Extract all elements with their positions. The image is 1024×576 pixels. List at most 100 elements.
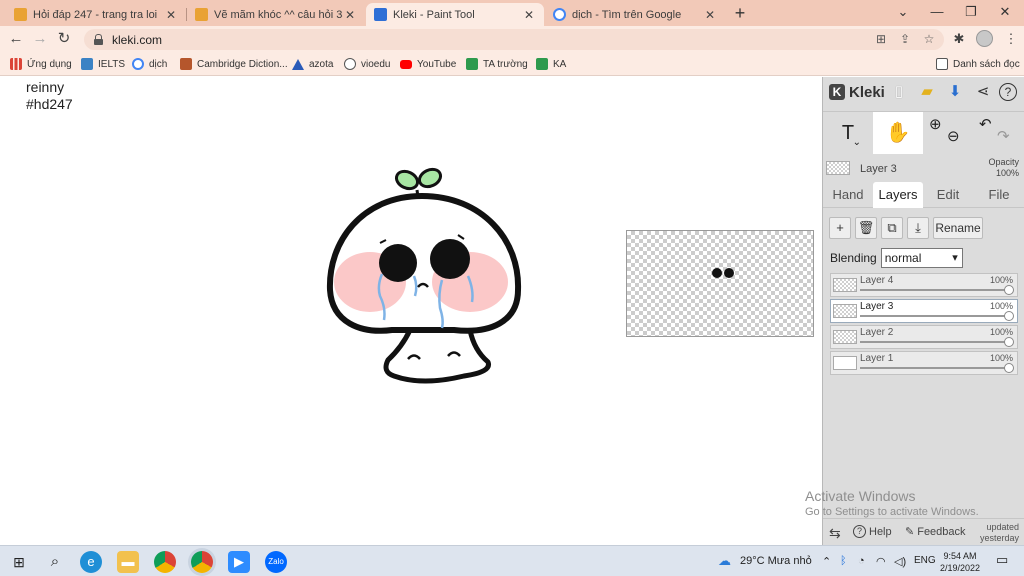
bookmark-azota[interactable]: azota xyxy=(292,57,333,71)
share-icon[interactable]: ⇪ xyxy=(896,30,914,48)
close-tab-icon[interactable]: ✕ xyxy=(164,8,178,22)
layer-item[interactable]: Layer 4 100% xyxy=(830,273,1018,297)
swap-side-icon[interactable]: ⇆ xyxy=(829,525,841,542)
tab-title: dịch - Tìm trên Google xyxy=(572,8,682,21)
layer-item-active[interactable]: Layer 3 100% xyxy=(830,299,1018,323)
bookmark-apps[interactable]: Ứng dụng xyxy=(10,57,72,71)
updated-info[interactable]: updated yesterday xyxy=(980,522,1019,544)
help-link[interactable]: ? Help xyxy=(853,525,892,538)
hoidap-favicon-icon xyxy=(14,8,27,21)
bookmark-youtube[interactable]: YouTube xyxy=(400,57,456,71)
windows-start-icon[interactable]: ⊞ xyxy=(8,551,30,573)
download-icon[interactable]: ⬇ xyxy=(945,82,965,102)
close-tab-icon[interactable]: ✕ xyxy=(343,8,357,22)
tab-search-icon[interactable]: ⌄ xyxy=(888,2,918,22)
bookmark-star-icon[interactable]: ☆ xyxy=(920,30,938,48)
reading-list[interactable]: Danh sách đọc xyxy=(936,57,1020,71)
tab-file[interactable]: File xyxy=(973,182,1024,208)
hand-tool-icon[interactable]: ✋ xyxy=(873,112,923,154)
chrome-icon[interactable] xyxy=(154,551,176,573)
file-explorer-icon[interactable]: ▬ xyxy=(117,551,139,573)
opacity-slider-handle[interactable] xyxy=(1004,363,1014,373)
bookmarks-bar: Ứng dụng IELTS dịch Cambridge Diction...… xyxy=(0,52,1024,76)
bluetooth-icon[interactable]: ᛒ xyxy=(840,555,847,567)
add-layer-button[interactable]: + xyxy=(829,217,851,239)
blending-select[interactable]: normal xyxy=(880,248,963,268)
bookmark-vioedu[interactable]: vioedu xyxy=(344,57,390,71)
delete-layer-button[interactable]: 🗑 xyxy=(855,217,877,239)
layer-item[interactable]: Layer 2 100% xyxy=(830,325,1018,349)
open-folder-icon[interactable]: ▰ xyxy=(917,82,937,102)
close-tab-icon[interactable]: ✕ xyxy=(522,8,536,22)
wifi-icon[interactable]: ◠ xyxy=(876,555,886,568)
browser-tab[interactable]: dịch - Tìm trên Google ✕ xyxy=(545,3,725,26)
share-icon[interactable]: ⋖ xyxy=(973,82,993,102)
browser-tab-active[interactable]: Kleki - Paint Tool ✕ xyxy=(366,3,544,26)
restore-button[interactable]: ❐ xyxy=(956,2,986,22)
profile-avatar[interactable] xyxy=(976,30,993,47)
edge-icon[interactable]: e xyxy=(80,551,102,573)
search-icon[interactable]: ⌕ xyxy=(44,551,66,573)
redo-icon[interactable]: ↷ xyxy=(997,116,1010,158)
security-icon[interactable]: ◔ xyxy=(858,555,865,567)
opacity-slider-track[interactable] xyxy=(860,289,1007,291)
url-text[interactable]: kleki.com xyxy=(112,33,162,47)
browser-tab[interactable]: Vẽ mãm khóc ^^ câu hỏi 339576 ✕ xyxy=(187,3,365,26)
opacity-slider-handle[interactable] xyxy=(1004,311,1014,321)
feedback-link[interactable]: ✎ Feedback xyxy=(905,525,966,539)
tab-hand[interactable]: Hand xyxy=(823,182,873,208)
zoom-app-icon[interactable]: ▶ xyxy=(228,551,250,573)
volume-icon[interactable]: ◁) xyxy=(894,555,906,568)
hoidap-favicon-icon xyxy=(195,8,208,21)
bookmark-ielts[interactable]: IELTS xyxy=(81,57,125,71)
lock-icon[interactable] xyxy=(94,34,103,45)
browser-tab[interactable]: Hỏi đáp 247 - trang tra loi ✕ xyxy=(6,3,186,26)
bookmark-cambridge[interactable]: Cambridge Diction... xyxy=(180,57,288,71)
translate-icon[interactable]: ⊞ xyxy=(872,30,890,48)
tab-layers[interactable]: Layers xyxy=(873,182,923,208)
merge-layer-button[interactable]: ⤓ xyxy=(907,217,929,239)
weather-text[interactable]: 29°C Mưa nhỏ xyxy=(740,555,812,567)
close-window-button[interactable]: ✕ xyxy=(990,2,1020,22)
opacity-slider-track[interactable] xyxy=(860,315,1007,317)
menu-icon[interactable]: ⋮ xyxy=(1002,30,1020,48)
bookmark-ta-truong[interactable]: TA trường xyxy=(466,57,528,71)
new-tab-button[interactable]: + xyxy=(730,3,750,23)
layer-item[interactable]: Layer 1 100% xyxy=(830,351,1018,375)
address-bar[interactable]: kleki.com xyxy=(84,29,944,50)
bookmark-ka[interactable]: KA xyxy=(536,57,566,71)
tab-edit[interactable]: Edit xyxy=(923,182,973,208)
tray-chevron-icon[interactable]: ⌃ xyxy=(822,555,831,568)
opacity-slider-track[interactable] xyxy=(860,341,1007,343)
windows-taskbar: ⊞ ⌕ e ▬ ▶ Zalo ☁ 29°C Mưa nhỏ ⌃ ᛒ ◔ ◠ ◁)… xyxy=(0,545,1024,576)
text-tool-icon[interactable]: T ⌄ xyxy=(823,112,873,154)
reload-icon[interactable]: ↻ xyxy=(54,29,74,49)
zoom-out-icon[interactable]: ⊖ xyxy=(947,116,960,158)
rename-layer-button[interactable]: Rename xyxy=(933,217,983,239)
browser-tab-strip: Hỏi đáp 247 - trang tra loi ✕ Vẽ mãm khó… xyxy=(0,0,1024,26)
new-image-icon[interactable]: ▯ xyxy=(889,82,909,102)
notification-icon[interactable]: ▭ xyxy=(996,552,1008,568)
undo-icon[interactable]: ↶ xyxy=(979,104,992,146)
drawing-canvas[interactable]: reinny #hd247 xyxy=(0,77,822,545)
kleki-logo[interactable]: K Kleki xyxy=(829,81,885,103)
system-clock[interactable]: 9:54 AM 2/19/2022 xyxy=(940,550,980,574)
extensions-icon[interactable]: ✱ xyxy=(950,30,968,48)
bookmark-label: KA xyxy=(553,58,567,70)
help-icon[interactable]: ? xyxy=(999,83,1017,101)
opacity-slider-handle[interactable] xyxy=(1004,337,1014,347)
bookmark-dich[interactable]: dịch xyxy=(132,57,167,71)
zalo-icon[interactable]: Zalo xyxy=(265,551,287,573)
chrome-active-icon[interactable] xyxy=(191,551,213,573)
close-tab-icon[interactable]: ✕ xyxy=(703,8,717,22)
duplicate-layer-button[interactable]: ⧉ xyxy=(881,217,903,239)
language-indicator[interactable]: ENG xyxy=(914,555,936,566)
opacity-value: 100% xyxy=(995,168,1019,178)
opacity-slider-track[interactable] xyxy=(860,367,1007,369)
back-icon[interactable]: ← xyxy=(6,29,26,49)
zoom-in-icon[interactable]: ⊕ xyxy=(929,104,942,146)
opacity-slider-handle[interactable] xyxy=(1004,285,1014,295)
layer-thumbnail xyxy=(833,330,857,344)
minimize-button[interactable]: — xyxy=(922,2,952,22)
forward-icon[interactable]: → xyxy=(30,29,50,49)
